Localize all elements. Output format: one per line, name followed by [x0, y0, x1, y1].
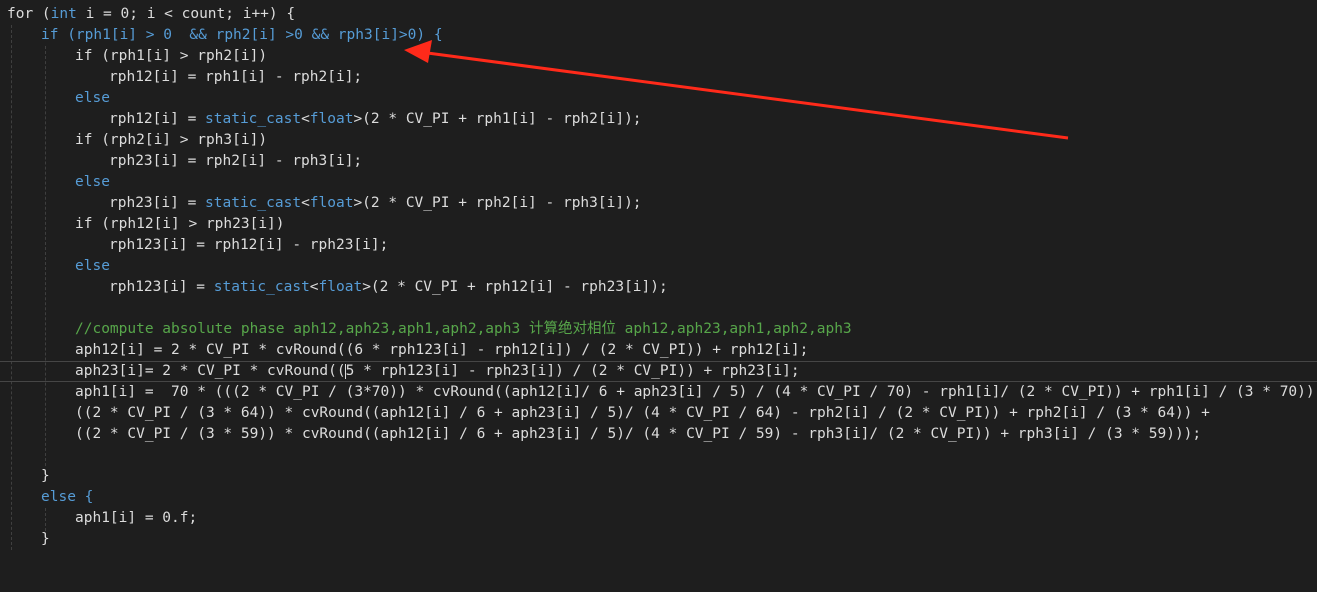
arrow-head [404, 40, 432, 63]
annotation-arrow [404, 40, 1069, 140]
arrow-shaft [419, 50, 1069, 140]
code-editor[interactable]: for (int i = 0; i < count; i++) { if (rp… [0, 0, 1317, 555]
